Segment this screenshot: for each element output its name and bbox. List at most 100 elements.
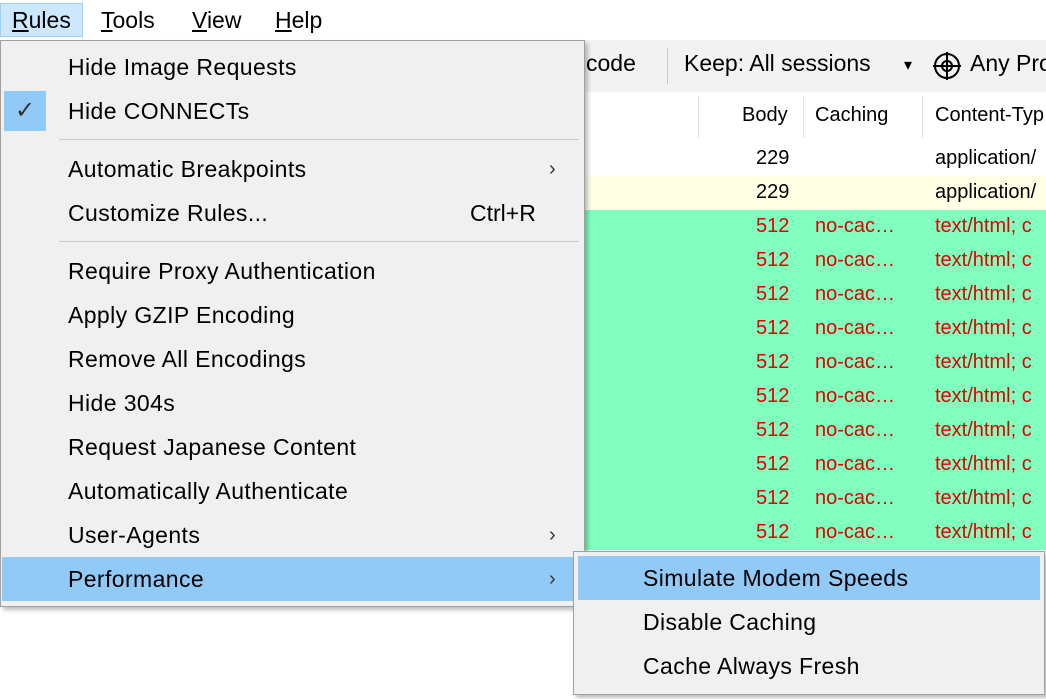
menu-view-accel: V <box>192 7 207 33</box>
cell-content-type: text/html; c <box>935 249 1032 271</box>
cell-caching: no-cac… <box>815 453 896 475</box>
menu-bar: Rules Tools View Help <box>0 0 1046 40</box>
menu-tools-label: ools <box>112 7 155 33</box>
menu-tools-accel: T <box>101 7 113 33</box>
cell-content-type: text/html; c <box>935 521 1032 543</box>
cell-caching: no-cac… <box>815 351 896 373</box>
menu-item-label: Automatically Authenticate <box>68 478 349 504</box>
menu-item-request-japanese[interactable]: Request Japanese Content <box>2 425 582 469</box>
column-separator <box>803 96 804 138</box>
menu-item-label: Customize Rules... <box>68 200 269 226</box>
column-header-caching[interactable]: Caching <box>815 104 888 127</box>
cell-body: 512 <box>756 283 790 305</box>
menu-item-disable-caching[interactable]: Disable Caching <box>578 600 1040 644</box>
performance-submenu: Simulate Modem Speeds Disable Caching Ca… <box>573 551 1045 695</box>
cell-body: 512 <box>756 351 790 373</box>
cell-caching: no-cac… <box>815 521 896 543</box>
menu-item-label: Disable Caching <box>643 609 817 635</box>
process-filter-label: Any Pro <box>970 50 1046 76</box>
cell-body: 512 <box>756 453 790 475</box>
cell-body: 512 <box>756 385 790 407</box>
menu-view-label: iew <box>206 7 242 33</box>
menu-item-auto-authenticate[interactable]: Automatically Authenticate <box>2 469 582 513</box>
menu-item-label: Cache Always Fresh <box>643 653 860 679</box>
menu-item-require-proxy-auth[interactable]: Require Proxy Authentication <box>2 249 582 293</box>
cell-content-type: text/html; c <box>935 419 1032 441</box>
cell-caching: no-cac… <box>815 283 896 305</box>
cell-body: 512 <box>756 317 790 339</box>
cell-caching: no-cac… <box>815 487 896 509</box>
menu-separator <box>59 241 579 242</box>
column-separator <box>698 96 699 138</box>
menu-item-hide-304s[interactable]: Hide 304s <box>2 381 582 425</box>
menu-rules-accel: R <box>12 7 29 33</box>
chevron-right-icon: › <box>549 568 556 590</box>
cell-caching: no-cac… <box>815 317 896 339</box>
toolbar-separator <box>667 48 668 84</box>
cell-body: 512 <box>756 487 790 509</box>
checkmark-icon: ✓ <box>4 91 46 131</box>
cell-body: 512 <box>756 249 790 271</box>
menu-item-label: Request Japanese Content <box>68 434 357 460</box>
menu-item-label: Performance <box>68 566 205 592</box>
cell-content-type: text/html; c <box>935 487 1032 509</box>
menu-help[interactable]: Help <box>264 3 333 37</box>
menu-item-simulate-modem-speeds[interactable]: Simulate Modem Speeds <box>578 556 1040 600</box>
cell-content-type: text/html; c <box>935 351 1032 373</box>
cell-body: 512 <box>756 521 790 543</box>
menu-item-performance[interactable]: Performance › <box>2 557 582 601</box>
process-filter-button[interactable]: Any Pro <box>930 40 1046 92</box>
column-header-content-type[interactable]: Content-Typ <box>935 104 1044 127</box>
cell-caching: no-cac… <box>815 385 896 407</box>
menu-item-user-agents[interactable]: User-Agents › <box>2 513 582 557</box>
menu-item-label: User-Agents <box>68 522 201 548</box>
cell-content-type: text/html; c <box>935 317 1032 339</box>
menu-item-hide-connects[interactable]: ✓ Hide CONNECTs <box>2 89 582 133</box>
cell-body: 512 <box>756 419 790 441</box>
cell-content-type: application/ <box>935 181 1037 203</box>
column-separator <box>922 96 923 138</box>
cell-caching: no-cac… <box>815 249 896 271</box>
chevron-right-icon: › <box>549 524 556 546</box>
menu-item-shortcut: Ctrl+R <box>470 200 536 226</box>
keep-sessions-dropdown[interactable]: Keep: All sessions ▾ <box>684 40 920 92</box>
keep-sessions-label: Keep: All sessions <box>684 50 871 76</box>
menu-rules[interactable]: Rules <box>0 3 83 37</box>
cell-caching: no-cac… <box>815 419 896 441</box>
cell-body: 229 <box>756 181 790 203</box>
menu-item-customize-rules[interactable]: Customize Rules... Ctrl+R <box>2 191 582 235</box>
crosshair-icon <box>933 52 961 80</box>
menu-item-label: Remove All Encodings <box>68 346 307 372</box>
menu-help-label: elp <box>291 7 323 33</box>
cell-caching: no-cac… <box>815 215 896 237</box>
menu-item-label: Simulate Modem Speeds <box>643 565 909 591</box>
chevron-down-icon: ▾ <box>904 57 913 74</box>
menu-rules-label: ules <box>28 7 71 33</box>
menu-item-apply-gzip[interactable]: Apply GZIP Encoding <box>2 293 582 337</box>
menu-view[interactable]: View <box>181 3 252 37</box>
menu-separator <box>59 139 579 140</box>
column-header-body[interactable]: Body <box>742 104 788 127</box>
menu-item-label: Hide CONNECTs <box>68 98 250 124</box>
cell-content-type: text/html; c <box>935 453 1032 475</box>
cell-content-type: text/html; c <box>935 385 1032 407</box>
menu-item-remove-encodings[interactable]: Remove All Encodings <box>2 337 582 381</box>
cell-body: 229 <box>756 147 790 169</box>
menu-item-label: Automatic Breakpoints <box>68 156 307 182</box>
menu-item-automatic-breakpoints[interactable]: Automatic Breakpoints › <box>2 147 582 191</box>
menu-tools[interactable]: Tools <box>90 3 166 37</box>
chevron-right-icon: › <box>549 158 556 180</box>
menu-item-label: Apply GZIP Encoding <box>68 302 296 328</box>
menu-item-label: Hide 304s <box>68 390 176 416</box>
decode-button-label[interactable]: code <box>586 50 636 77</box>
menu-item-hide-image-requests[interactable]: Hide Image Requests <box>2 45 582 89</box>
cell-content-type: text/html; c <box>935 215 1032 237</box>
menu-item-label: Hide Image Requests <box>68 54 297 80</box>
cell-content-type: application/ <box>935 147 1037 169</box>
menu-help-accel: H <box>275 7 292 33</box>
menu-item-cache-always-fresh[interactable]: Cache Always Fresh <box>578 644 1040 688</box>
cell-content-type: text/html; c <box>935 283 1032 305</box>
rules-dropdown-menu: Hide Image Requests ✓ Hide CONNECTs Auto… <box>0 40 585 607</box>
menu-item-label: Require Proxy Authentication <box>68 258 376 284</box>
cell-body: 512 <box>756 215 790 237</box>
